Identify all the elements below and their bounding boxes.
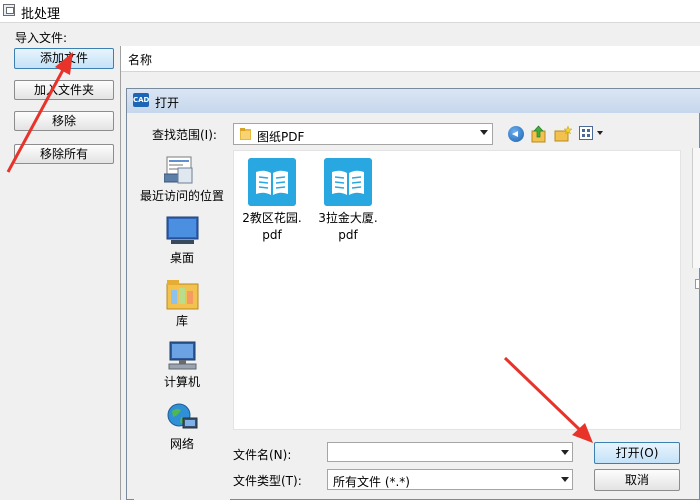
open-button[interactable]: 打开(O) [594, 442, 680, 464]
pdf-book-icon [248, 158, 296, 206]
right-pane-edge [692, 148, 700, 268]
window-titlebar [0, 0, 700, 23]
name-column-header-label: 名称 [128, 53, 153, 67]
view-menu-chevron-icon[interactable] [597, 131, 603, 135]
desktop-icon[interactable] [166, 216, 199, 246]
place-label-computer[interactable]: 计算机 [134, 373, 230, 390]
file-name[interactable]: 3拉金大厦. pdf [318, 210, 378, 244]
remove-button[interactable]: 移除 [14, 111, 114, 131]
add-folder-button[interactable]: 加入文件夹 [14, 80, 114, 100]
back-icon[interactable] [508, 126, 524, 142]
library-icon[interactable] [166, 280, 199, 310]
open-dialog-titlebar [127, 89, 700, 113]
network-icon[interactable] [166, 402, 199, 432]
filetype-label: 文件类型(T): [233, 474, 302, 488]
filename-label: 文件名(N): [233, 448, 292, 462]
chevron-down-icon[interactable] [561, 477, 569, 482]
name-column-header[interactable] [121, 46, 700, 72]
look-in-label: 查找范围(I): [152, 128, 217, 142]
import-files-label: 导入文件: [15, 31, 68, 45]
place-label-desktop[interactable]: 桌面 [134, 249, 230, 266]
window-title: 批处理 [21, 7, 61, 22]
place-label-network[interactable]: 网络 [134, 435, 230, 452]
up-folder-icon[interactable] [530, 125, 547, 143]
remove-all-button[interactable]: 移除所有 [14, 144, 114, 164]
add-file-button[interactable]: 添加文件 [14, 48, 114, 69]
cad-app-icon: CAD [133, 93, 149, 107]
app-icon [3, 4, 15, 16]
place-label-library[interactable]: 库 [134, 312, 230, 329]
right-pane-checkbox[interactable] [695, 279, 700, 289]
chevron-down-icon[interactable] [480, 130, 488, 135]
open-dialog-title: 打开 [155, 96, 180, 110]
filename-input[interactable] [327, 442, 573, 462]
file-item[interactable] [324, 158, 372, 209]
folder-icon [240, 128, 251, 140]
chevron-down-icon[interactable] [561, 450, 569, 455]
file-item[interactable] [248, 158, 296, 209]
filetype-value: 所有文件 (*.*) [333, 475, 410, 489]
new-folder-icon[interactable] [554, 125, 572, 143]
computer-icon[interactable] [166, 341, 199, 371]
look-in-value: 图纸PDF [257, 130, 305, 144]
place-label-recent[interactable]: 最近访问的位置 [134, 187, 230, 204]
recent-places-icon[interactable] [164, 154, 198, 186]
file-list[interactable] [233, 150, 681, 430]
file-name[interactable]: 2教区花园. pdf [242, 210, 302, 244]
view-menu-icon[interactable] [579, 126, 593, 140]
panel-divider [120, 46, 121, 500]
pdf-book-icon [324, 158, 372, 206]
cancel-button[interactable]: 取消 [594, 469, 680, 491]
